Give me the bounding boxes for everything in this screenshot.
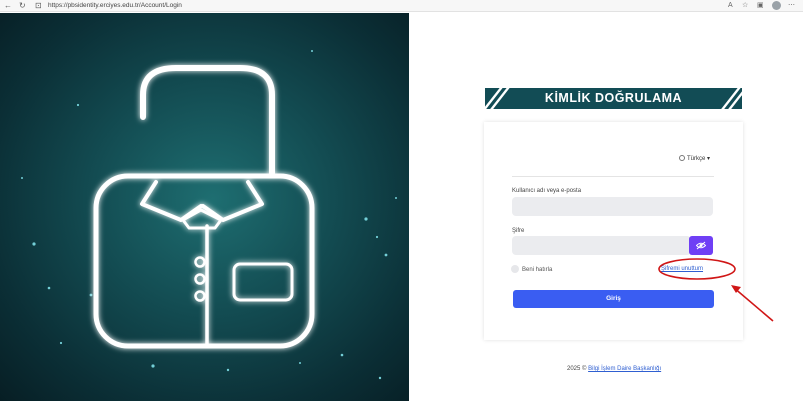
eye-slash-icon (696, 241, 706, 250)
remember-me[interactable]: Beni hatırla (511, 265, 552, 275)
footer-year: 2025 © (567, 366, 587, 372)
footer-org-link[interactable]: Bilgi İşlem Daire Başkanlığı (588, 366, 661, 372)
remember-me-checkbox[interactable] (511, 265, 519, 273)
password-label: Şifre (512, 228, 525, 234)
reload-icon[interactable]: ↻ (19, 1, 26, 11)
browser-address-bar: ← ↻ ⊡ https://pbsidentity.erciyes.edu.tr… (0, 0, 803, 12)
language-selector[interactable]: Türkçe ▾ (679, 155, 710, 164)
back-arrow-icon[interactable]: ← (4, 1, 12, 11)
forgot-password-link[interactable]: Şifremi unuttum (661, 265, 703, 274)
profile-avatar[interactable] (772, 1, 781, 10)
hero-illustration (0, 13, 409, 401)
page-title: KİMLİK DOĞRULAMA (544, 91, 683, 105)
globe-icon (679, 155, 685, 161)
more-options-icon[interactable]: ⋯ (788, 1, 795, 11)
page-banner: KİMLİK DOĞRULAMA (485, 88, 742, 109)
show-password-button[interactable] (689, 236, 713, 255)
extensions-icon[interactable]: ▣ (757, 1, 764, 11)
favorite-star-icon[interactable]: ☆ (742, 1, 748, 11)
username-label: Kullanıcı adı veya e-posta (512, 188, 582, 194)
unlocked-padlock-icon (21, 50, 397, 380)
footer: 2025 © Bilgi İşlem Daire Başkanlığı (567, 365, 661, 374)
caret-down-icon: ▾ (707, 156, 711, 162)
read-aloud-icon[interactable]: A (728, 1, 733, 11)
language-label: Türkçe (687, 156, 706, 162)
url-text[interactable]: https://pbsidentity.erciyes.edu.tr/Accou… (48, 1, 182, 11)
remember-me-label: Beni hatırla (522, 267, 553, 273)
login-page: ← ↻ ⊡ https://pbsidentity.erciyes.edu.tr… (0, 0, 803, 401)
lock-icon[interactable]: ⊡ (35, 1, 42, 11)
divider (512, 176, 714, 177)
padlock-outline (93, 65, 315, 349)
username-input[interactable] (512, 197, 713, 216)
login-button[interactable]: Giriş (513, 290, 714, 308)
password-input[interactable] (512, 236, 691, 255)
